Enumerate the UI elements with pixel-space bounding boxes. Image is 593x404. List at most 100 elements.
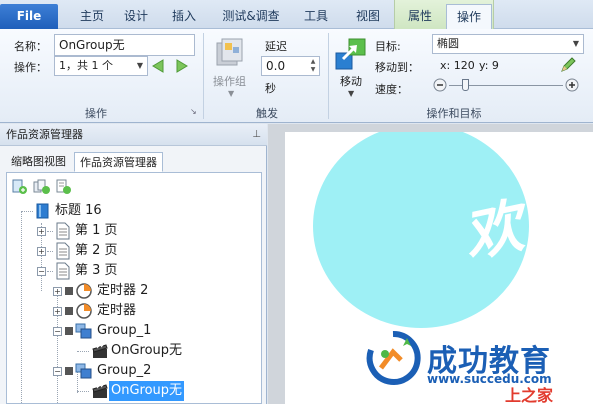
succedu-logo-icon	[366, 330, 421, 385]
operation-group-button-label[interactable]: 操作组	[213, 73, 246, 89]
next-arrow-icon[interactable]	[174, 58, 190, 74]
object-marker-icon	[65, 367, 73, 375]
page-icon	[56, 222, 70, 240]
pencil-icon[interactable]	[559, 56, 577, 74]
panel-title: 作品资源管理器	[6, 128, 83, 141]
tab-thumbnail-view[interactable]: 缩略图视图	[6, 152, 71, 172]
timer-icon	[76, 303, 92, 319]
explorer-panel: 作品资源管理器 ⊥ 缩略图视图 作品资源管理器 标题 16 + 第 1 页 + …	[0, 124, 267, 404]
tree-node-label: 第 1 页	[75, 223, 118, 238]
add-item-icon[interactable]	[55, 179, 73, 195]
tree-node-label: OnGroup无	[111, 343, 183, 358]
tree-line	[21, 211, 33, 212]
add-section-icon[interactable]	[33, 179, 51, 195]
tab-view[interactable]: 视图	[348, 4, 388, 29]
tree-node-label: 第 2 页	[75, 243, 118, 258]
group-icon	[75, 363, 92, 379]
group-icon	[75, 323, 92, 339]
speed-label: 速度：	[375, 83, 408, 96]
page-icon	[56, 242, 70, 260]
collapse-icon[interactable]: −	[53, 327, 62, 336]
seconds-label: 秒	[265, 82, 276, 95]
chevron-down-icon: ▼	[572, 39, 579, 48]
expand-icon[interactable]: +	[37, 227, 46, 236]
operation-select[interactable]: 1，共 1 个 ▼	[54, 56, 148, 76]
tab-explorer[interactable]: 作品资源管理器	[74, 152, 163, 172]
target-group-label: 操作和目标	[426, 107, 482, 120]
tree-node-label: 定时器	[97, 303, 137, 318]
speed-slider[interactable]	[433, 78, 579, 94]
book-icon	[36, 203, 49, 219]
tab-actions[interactable]: 操作	[446, 4, 492, 30]
tree-line	[21, 211, 22, 404]
tree-node-label: Group_2	[97, 363, 152, 378]
tree-node-label: Group_1	[97, 323, 152, 338]
watermark-corner-text: 上之家	[505, 386, 554, 404]
tree-node-label: 第 3 页	[75, 263, 118, 278]
ribbon: 名称： OnGroup无 操作： 1，共 1 个 ▼ 操作 ↘ 操作组 ▼ 延迟…	[0, 29, 593, 123]
chevron-down-icon: ▼	[348, 89, 355, 98]
slider-thumb[interactable]	[462, 79, 470, 91]
chevron-down-icon: ▼	[136, 61, 143, 70]
tree-node-label: 标题 16	[55, 203, 102, 218]
collapse-icon[interactable]: −	[53, 367, 62, 376]
tree-line	[77, 351, 89, 352]
add-page-icon[interactable]	[11, 179, 29, 195]
tab-test-survey[interactable]: 测试&调查	[218, 4, 284, 29]
tab-design[interactable]: 设计	[116, 4, 156, 29]
chevron-down-icon: ▼	[228, 89, 235, 98]
explorer-tree: 标题 16 + 第 1 页 + 第 2 页 − 第 3 页 + 定时器 2 + …	[6, 172, 262, 404]
collapse-icon[interactable]: −	[37, 267, 46, 276]
timer-icon	[76, 283, 92, 299]
name-label: 名称：	[14, 40, 47, 53]
spin-arrows-icon[interactable]: ▲ ▼	[308, 58, 318, 74]
move-button-label[interactable]: 移动	[340, 73, 362, 89]
tab-home[interactable]: 主页	[72, 4, 112, 29]
tree-node-label: OnGroup无	[109, 381, 185, 401]
clapperboard-icon	[92, 384, 108, 398]
y-coordinate: y: 9	[479, 59, 499, 72]
operation-group-label: 操作	[85, 107, 107, 120]
tree-line	[77, 391, 89, 392]
expand-icon[interactable]: +	[37, 247, 46, 256]
delay-input[interactable]: 0.0 ▲ ▼	[261, 56, 320, 76]
move-to-label: 移动到：	[375, 61, 419, 74]
delay-input-value: 0.0	[266, 59, 286, 73]
operation-group-icon[interactable]	[215, 37, 245, 69]
target-select-value: 椭圆	[437, 37, 459, 50]
page-canvas[interactable]: 欢 成功教育 www.succedu.com 上之家	[285, 132, 593, 404]
page-icon	[56, 262, 70, 280]
tree-line	[47, 271, 53, 272]
target-label: 目标:	[375, 40, 401, 53]
clapperboard-icon	[92, 344, 108, 358]
dialog-launcher-icon[interactable]: ↘	[190, 107, 197, 116]
tree-line	[47, 231, 53, 232]
tab-insert[interactable]: 插入	[164, 4, 204, 29]
expand-icon[interactable]: +	[53, 307, 62, 316]
group-divider	[203, 33, 204, 119]
expand-icon[interactable]: +	[53, 287, 62, 296]
pin-icon[interactable]: ⊥	[252, 124, 261, 146]
ribbon-tab-bar: File 主页 设计 插入 测试&调查 工具 视图 属性 操作	[0, 0, 593, 30]
target-select[interactable]: 椭圆 ▼	[432, 34, 584, 54]
name-field[interactable]: OnGroup无	[54, 34, 195, 56]
operation-label: 操作：	[14, 61, 47, 74]
move-action-icon[interactable]	[335, 37, 367, 71]
tab-properties[interactable]: 属性	[398, 4, 442, 29]
tree-line	[47, 251, 53, 252]
object-marker-icon	[65, 327, 73, 335]
panel-header: 作品资源管理器 ⊥	[0, 124, 267, 146]
delay-label: 延迟	[265, 40, 287, 53]
group-divider	[328, 33, 329, 119]
zoom-in-icon[interactable]	[565, 78, 579, 92]
zoom-out-icon[interactable]	[433, 78, 447, 92]
x-coordinate: x: 120	[440, 59, 475, 72]
tree-node-label: 定时器 2	[97, 283, 149, 298]
trigger-group-label: 触发	[256, 107, 278, 120]
object-marker-icon	[65, 287, 73, 295]
object-marker-icon	[65, 307, 73, 315]
file-tab[interactable]: File	[0, 4, 58, 29]
operation-select-value: 1，共 1 个	[59, 59, 113, 72]
tab-tools[interactable]: 工具	[296, 4, 336, 29]
previous-arrow-icon[interactable]	[150, 58, 166, 74]
